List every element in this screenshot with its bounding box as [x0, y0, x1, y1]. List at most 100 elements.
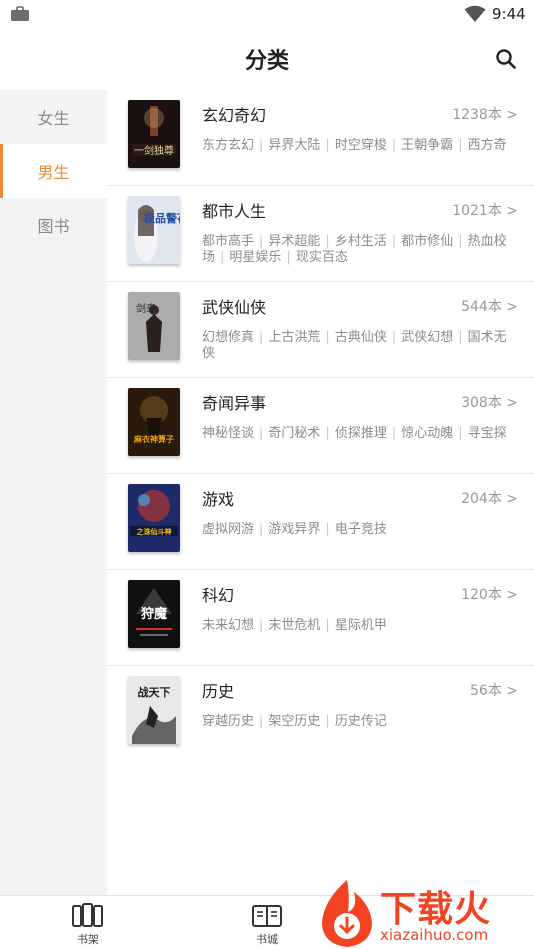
tag[interactable]: 神秘怪谈 — [202, 426, 254, 441]
category-count: 1238本 > — [452, 107, 518, 123]
book-cover: 麻衣神算子 — [128, 388, 180, 456]
nav-label: 书架 — [77, 933, 99, 946]
nav-label: 书城 — [256, 933, 278, 946]
category-row-history[interactable]: 战天下 历史 56本 > 穿越历史 | 架空历史 | 历史传记 — [107, 666, 534, 762]
category-count: 204本 > — [461, 491, 518, 507]
book-cover: 一剑独尊 — [128, 100, 180, 168]
page-title: 分类 — [244, 49, 289, 74]
watermark-text: 下载火 — [380, 889, 492, 930]
tag[interactable]: 古典仙侠 — [335, 330, 387, 345]
tag[interactable]: 游戏异界 — [268, 522, 320, 537]
tag[interactable]: 西方奇 — [468, 138, 507, 153]
book-open-icon — [252, 905, 282, 927]
search-icon[interactable] — [494, 47, 518, 71]
cover-title: 一剑独尊 — [134, 144, 174, 157]
tag[interactable]: 乡村生活 — [335, 234, 387, 249]
book-cover: 极品警花 — [128, 196, 180, 264]
tag[interactable]: 架空历史 — [268, 714, 320, 729]
category-name: 奇闻异事 — [202, 394, 267, 413]
category-count: 308本 > — [461, 395, 518, 411]
category-tags: 幻想修真 | 上古洪荒 | 古典仙侠 | 武侠幻想 | 国术无 侠 — [202, 330, 507, 361]
category-row-game[interactable]: 之诛仙斗神 游戏 204本 > 虚拟网游 | 游戏异界 | 电子竞技 — [107, 474, 534, 570]
tag[interactable]: 未来幻想 — [202, 618, 254, 633]
header: 分类 — [0, 28, 534, 90]
category-count: 1021本 > — [452, 203, 518, 219]
category-tags: 穿越历史 | 架空历史 | 历史传记 — [202, 714, 387, 729]
category-name: 科幻 — [202, 586, 235, 605]
cover-title: 战天下 — [138, 685, 171, 699]
briefcase-icon — [11, 6, 29, 21]
category-row-xuanhuan[interactable]: 一剑独尊 玄幻奇幻 1238本 > 东方玄幻 | 异界大陆 | 时空穿梭 | 王朝争霸 | 西方… — [107, 90, 534, 186]
tag[interactable]: 末世危机 — [268, 618, 320, 633]
tag[interactable]: 星际机甲 — [335, 618, 387, 633]
category-name: 都市人生 — [202, 202, 267, 221]
cover-title: 剑来 — [136, 302, 156, 315]
cover-title: 极品警花 — [144, 211, 180, 225]
tag[interactable]: 上古洪荒 — [268, 330, 320, 345]
tag[interactable]: 国术无 — [468, 330, 507, 345]
tag[interactable]: 异术超能 — [268, 234, 320, 249]
watermark-url: xiazaihuo.com — [380, 926, 489, 944]
tag[interactable]: 侠 — [202, 346, 215, 361]
category-row-dushi[interactable]: 极品警花 都市人生 1021本 > 都市高手|异术超能|乡村生活|都市修仙|热血… — [107, 186, 534, 282]
tag[interactable]: 惊心动魄 — [401, 426, 453, 441]
tag[interactable]: 都市高手 — [202, 234, 254, 249]
category-tags: 东方玄幻 | 异界大陆 | 时空穿梭 | 王朝争霸 | 西方奇 — [202, 138, 507, 153]
category-tags: 未来幻想 | 末世危机 | 星际机甲 — [202, 618, 387, 633]
category-count: 120本 > — [461, 587, 518, 603]
tag[interactable]: 都市修仙 — [401, 234, 453, 249]
tag[interactable]: 王朝争霸 — [401, 138, 453, 153]
status-bar: 9:44 — [0, 0, 534, 28]
tag[interactable]: 异界大陆 — [268, 138, 320, 153]
category-count: 56本 > — [470, 683, 518, 699]
category-list: 一剑独尊 玄幻奇幻 1238本 > 东方玄幻 | 异界大陆 | 时空穿梭 | 王朝争霸 | 西方… — [107, 90, 534, 762]
tag[interactable]: 虚拟网游 — [202, 522, 254, 537]
sidebar-item-male[interactable]: 男生 — [0, 144, 107, 198]
tag[interactable]: 历史传记 — [335, 714, 387, 729]
category-name: 玄幻奇幻 — [202, 106, 267, 125]
category-tags: 神秘怪谈 | 奇门秘术 | 侦探推理 | 惊心动魄 | 寻宝探 — [202, 426, 507, 441]
cover-title: 之诛仙斗神 — [137, 527, 172, 536]
tag[interactable]: 寻宝探 — [468, 426, 507, 441]
sidebar-item-female[interactable]: 女生 — [0, 90, 107, 144]
sidebar-item-label: 图书 — [37, 217, 70, 236]
tag[interactable]: 时空穿梭 — [335, 138, 387, 153]
tag[interactable]: 现实百态 — [296, 250, 348, 265]
bookshelf-icon — [72, 903, 103, 927]
book-cover: 狩魔 — [128, 580, 180, 648]
tag[interactable]: 场 — [202, 250, 215, 265]
book-cover: 之诛仙斗神 — [128, 484, 180, 552]
category-tags: 虚拟网游 | 游戏异界 | 电子竞技 — [202, 522, 387, 537]
wifi-icon — [464, 5, 486, 22]
category-tags: 都市高手 | 异术超能 | 乡村生活 | 都市修仙 | 热血校 场 | 明星娱乐 | 现实百态 — [202, 234, 507, 265]
category-name: 武侠仙侠 — [202, 298, 267, 317]
cover-title: 麻衣神算子 — [133, 434, 174, 444]
book-cover: 剑来 — [128, 292, 180, 360]
category-count: 544本 > — [461, 299, 518, 315]
nav-bookstore[interactable]: 书城 — [237, 902, 297, 947]
tag[interactable]: 武侠幻想 — [401, 330, 453, 345]
category-sidebar: 女生 男生 图书 — [0, 90, 107, 895]
flame-logo-icon — [322, 880, 372, 947]
sidebar-item-label: 男生 — [37, 163, 70, 182]
book-cover: 战天下 — [128, 676, 180, 744]
cover-title: 狩魔 — [141, 606, 167, 622]
nav-bookshelf[interactable]: 书架 — [58, 902, 118, 947]
category-name: 历史 — [202, 682, 235, 701]
watermark: 下载火 xiazaihuo.com — [314, 878, 534, 949]
category-row-wuxia[interactable]: 剑来 武侠仙侠 544本 > 幻想修真 | 上古洪荒 | 古典仙侠 | 武侠幻想 | 国术无 侠 — [107, 282, 534, 378]
category-name: 游戏 — [202, 490, 235, 509]
tag[interactable]: 热血校 — [468, 234, 507, 249]
tag[interactable]: 电子竞技 — [335, 522, 387, 537]
status-time: 9:44 — [492, 5, 526, 23]
tag[interactable]: 明星娱乐 — [229, 250, 281, 265]
tag[interactable]: 东方玄幻 — [202, 138, 254, 153]
tag[interactable]: 幻想修真 — [202, 330, 254, 345]
tag[interactable]: 奇门秘术 — [268, 426, 320, 441]
category-row-qiwen[interactable]: 麻衣神算子 奇闻异事 308本 > 神秘怪谈 | 奇门秘术 | 侦探推理 | 惊心动魄 | 寻宝… — [107, 378, 534, 474]
tag[interactable]: 侦探推理 — [335, 426, 387, 441]
sidebar-item-label: 女生 — [37, 109, 70, 128]
sidebar-item-books[interactable]: 图书 — [0, 198, 107, 252]
category-row-scifi[interactable]: 狩魔 科幻 120本 > 未来幻想 | 末世危机 | 星际机甲 — [107, 570, 534, 666]
tag[interactable]: 穿越历史 — [202, 714, 254, 729]
